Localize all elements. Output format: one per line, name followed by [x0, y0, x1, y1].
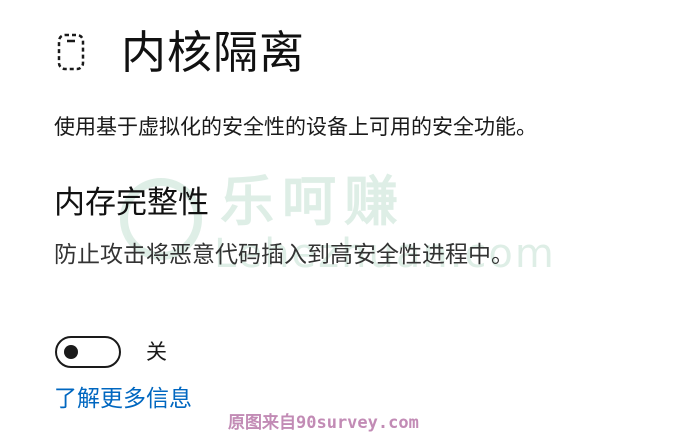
memory-integrity-title: 内存完整性 — [54, 185, 209, 221]
footer-watermark: 原图来自90survey.com — [228, 413, 419, 433]
toggle-knob — [64, 345, 78, 359]
watermark-cn-text: 乐呵赚 — [220, 170, 406, 233]
toggle-state-label: 关 — [146, 340, 167, 364]
page-title: 内核隔离 — [121, 26, 306, 79]
page-description: 使用基于虚拟化的安全性的设备上可用的安全功能。 — [54, 115, 537, 139]
memory-integrity-description: 防止攻击将恶意代码插入到高安全性进程中。 — [54, 242, 514, 268]
learn-more-link[interactable]: 了解更多信息 — [54, 382, 192, 416]
memory-integrity-toggle[interactable] — [55, 336, 121, 368]
core-isolation-icon — [54, 32, 88, 72]
